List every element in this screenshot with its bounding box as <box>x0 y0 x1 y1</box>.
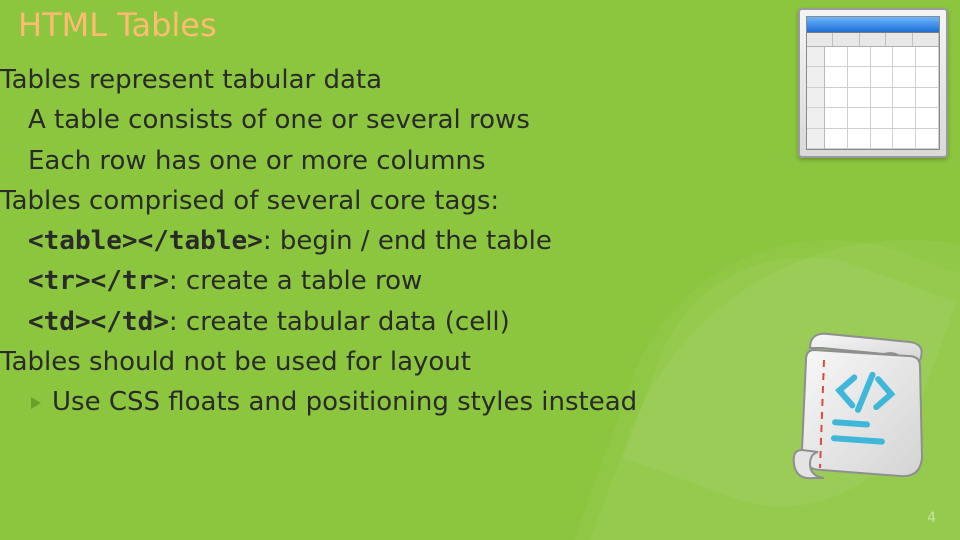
slide-body: Tables represent tabular data A table co… <box>0 60 700 423</box>
page-number: 4 <box>927 510 936 526</box>
bullet-level1: Tables comprised of several core tags: <box>0 181 700 221</box>
bullet-text: Use CSS floats and positioning styles in… <box>52 382 637 422</box>
table-icon <box>798 8 948 158</box>
slide-title: HTML Tables <box>18 6 217 44</box>
bullet-text: : create a table row <box>169 266 422 296</box>
code-tag: <table></table> <box>28 226 263 256</box>
code-tag: <td></td> <box>28 307 169 337</box>
script-scroll-icon <box>780 330 930 485</box>
bullet-level2: Each row has one or more columns <box>28 141 700 181</box>
bullet-text: : create tabular data (cell) <box>169 307 510 337</box>
bullet-level2: Use CSS floats and positioning styles in… <box>28 382 700 422</box>
bullet-level2: A table consists of one or several rows <box>28 100 700 140</box>
bullet-level2: <td></td>: create tabular data (cell) <box>28 302 700 342</box>
bullet-level1: Tables should not be used for layout <box>0 342 700 382</box>
arrow-icon <box>28 394 46 412</box>
bullet-level2: <table></table>: begin / end the table <box>28 221 700 261</box>
bullet-level2: <tr></tr>: create a table row <box>28 261 700 301</box>
bullet-text: : begin / end the table <box>263 226 552 256</box>
bullet-level1: Tables represent tabular data <box>0 60 700 100</box>
code-tag: <tr></tr> <box>28 266 169 296</box>
